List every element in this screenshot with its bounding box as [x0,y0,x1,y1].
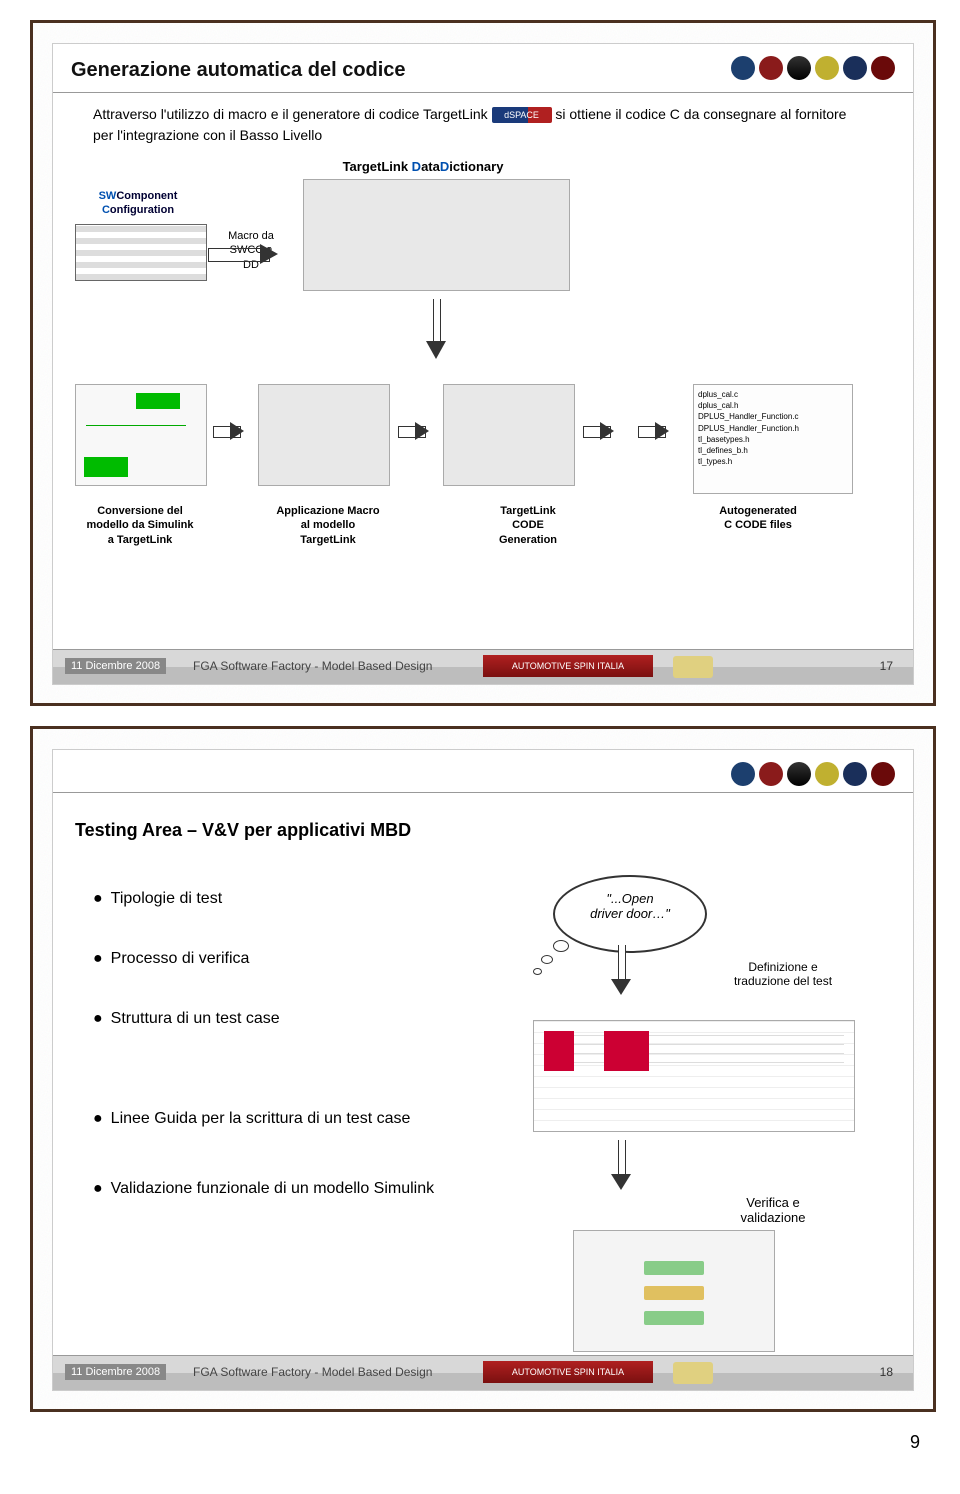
slide-footer: 11 Dicembre 2008 FGA Software Factory - … [53,649,913,684]
footer-page-number: 18 [880,1365,893,1379]
divider [53,92,913,93]
model-screenshot-thumb [573,1230,775,1352]
simulink-model-thumb [75,384,207,486]
brand-logos [731,762,895,786]
thought-cloud-icon: "...Open driver door…" [553,875,707,953]
fiat-logo-icon [759,762,783,786]
connector-icon [86,425,186,426]
document-page-number: 9 [0,1432,920,1453]
slide-17: Generazione automatica del codice Attrav… [52,43,914,685]
code-gen-thumb [443,384,575,486]
file-item: tl_defines_b.h [698,445,848,456]
lancia-logo-icon [731,762,755,786]
bullet-processo: Processo di verifica [93,950,249,968]
page-18: Testing Area – V&V per applicativi MBD T… [30,726,936,1412]
footer-text: FGA Software Factory - Model Based Desig… [193,659,432,673]
footer-date: 11 Dicembre 2008 [65,658,166,674]
arrow-right-icon [638,424,678,440]
bullet-struttura: Struttura di un test case [93,1010,280,1028]
cloud-bubble-icon [541,955,553,964]
alfa-logo-icon [871,762,895,786]
dspace-logo-icon: dSPACE [492,107,552,123]
block-icon [644,1261,704,1275]
block-icon [644,1311,704,1325]
file-item: DPLUS_Handler_Function.c [698,411,848,422]
page-17: Generazione automatica del codice Attrav… [30,20,936,706]
arrow-down-icon [613,945,629,1005]
fiat-logo-icon [759,56,783,80]
bullet-validazione: Validazione funzionale di un modello Sim… [93,1180,434,1198]
file-item: dplus_cal.h [698,400,848,411]
swcomponent-label: SWSWComponentComponent ConfigurationConf… [83,189,193,218]
arrow-right-icon [208,244,288,264]
divider [53,792,913,793]
arrow-down-icon [428,299,444,369]
generated-files-list: dplus_cal.c dplus_cal.h DPLUS_Handler_Fu… [693,384,853,494]
cloud-line1: "...Open [606,891,653,906]
maserati-logo-icon [843,762,867,786]
block-icon [84,457,128,477]
bullet-linee-guida: Linee Guida per la scrittura di un test … [93,1110,410,1128]
file-item: dplus_cal.c [698,389,848,400]
intro-text: Attraverso l'utilizzo di macro e il gene… [93,104,853,146]
fiat-pro-logo-icon [815,56,839,80]
definizione-label: Definizione etraduzione del test [713,960,853,988]
cloud-bubble-icon [533,968,542,975]
arrow-right-icon [398,424,438,440]
datadictionary-screenshot-thumb [303,179,570,291]
file-item: tl_basetypes.h [698,434,848,445]
autogenerated-label: AutogeneratedC CODE files [693,504,823,533]
cloud-bubble-icon [553,940,569,952]
alfa-logo-icon [871,56,895,80]
footer-brand-badge: AUTOMOTIVE SPIN ITALIA [483,655,653,677]
slide-title: Generazione automatica del codice [71,59,406,82]
footer-date: 11 Dicembre 2008 [65,1364,166,1380]
apply-macro-label: Applicazione Macroal modelloTargetLink [263,504,393,547]
bullet-tipologie: Tipologie di test [93,890,222,908]
signal-graph-thumb [533,1020,855,1132]
file-item: DPLUS_Handler_Function.h [698,423,848,434]
code-generation-label: TargetLinkCODEGeneration [463,504,593,547]
swcc-table-thumb [75,224,207,281]
slide-title: Testing Area – V&V per applicativi MBD [75,820,411,841]
lancia-logo-icon [731,56,755,80]
slide-18: Testing Area – V&V per applicativi MBD T… [52,749,914,1391]
maserati-logo-icon [843,56,867,80]
applied-macro-thumb [258,384,390,486]
abarth-logo-icon [787,762,811,786]
footer-fa-logo-icon [673,1362,713,1384]
abarth-logo-icon [787,56,811,80]
intro-part1: Attraverso l'utilizzo di macro e il gene… [93,106,492,122]
block-icon [644,1286,704,1300]
cloud-line2: driver door…" [590,906,670,921]
file-item: tl_types.h [698,456,848,467]
arrow-down-icon [613,1140,629,1200]
fiat-pro-logo-icon [815,762,839,786]
footer-text: FGA Software Factory - Model Based Desig… [193,1365,432,1379]
footer-fa-logo-icon [673,656,713,678]
slide-footer: 11 Dicembre 2008 FGA Software Factory - … [53,1355,913,1390]
verifica-label: Verifica evalidazione [713,1195,833,1225]
arrow-right-icon [213,424,253,440]
targetlink-dd-label: TargetLink DataDictionary [313,159,533,176]
arrow-right-icon [583,424,623,440]
brand-logos [731,56,895,80]
footer-brand-badge: AUTOMOTIVE SPIN ITALIA [483,1361,653,1383]
block-icon [136,393,180,409]
footer-page-number: 17 [880,659,893,673]
conversion-label: Conversione delmodello da Simulinka Targ… [75,504,205,547]
